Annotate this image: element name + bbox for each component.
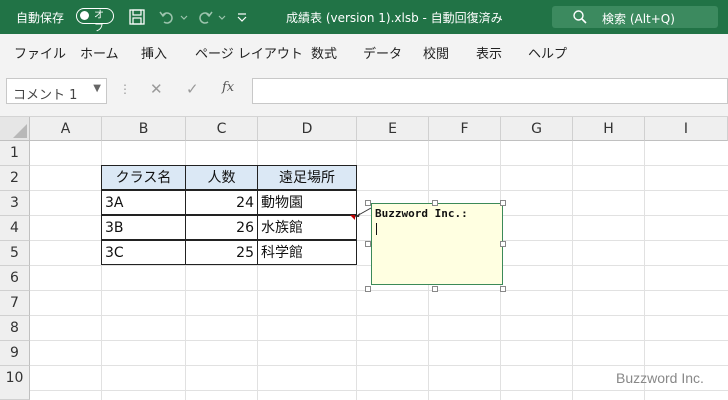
text-caret <box>376 223 377 235</box>
chevron-down-icon[interactable]: ▼ <box>93 83 101 94</box>
resize-handle[interactable] <box>365 286 371 292</box>
column-header-f[interactable]: F <box>429 117 501 141</box>
tab-home[interactable]: ホーム <box>80 43 119 62</box>
search-icon <box>572 9 588 29</box>
search-label: 検索 (Alt+Q) <box>602 12 675 26</box>
ribbon-tabs: ファイル ホーム 挿入 ページ レイアウト 数式 データ 校閲 表示 ヘルプ <box>0 34 728 68</box>
name-box[interactable]: コメント 1 ▼ <box>6 78 107 104</box>
column-header-i[interactable]: I <box>645 117 728 141</box>
table-header-class[interactable]: クラス名 <box>101 165 186 190</box>
comment-connector <box>350 207 372 220</box>
row-header-9[interactable]: 9 <box>0 341 30 366</box>
tab-insert[interactable]: 挿入 <box>141 43 167 62</box>
table-cell[interactable]: 24 <box>185 190 258 215</box>
column-header-h[interactable]: H <box>573 117 645 141</box>
cancel-icon[interactable]: ✕ <box>150 80 163 98</box>
tab-view[interactable]: 表示 <box>476 43 502 62</box>
row-header-8[interactable]: 8 <box>0 316 30 341</box>
table-cell[interactable]: 25 <box>185 240 258 265</box>
gridline <box>572 141 573 400</box>
comment-indicator-icon <box>350 215 355 220</box>
table-cell[interactable]: 3C <box>101 240 186 265</box>
enter-icon[interactable]: ✓ <box>186 80 199 98</box>
row-header-6[interactable]: 6 <box>0 266 30 291</box>
row-header-5[interactable]: 5 <box>0 241 30 266</box>
autosave-toggle[interactable]: オフ <box>76 8 114 34</box>
select-all-button[interactable] <box>0 117 30 141</box>
save-icon[interactable] <box>128 8 146 26</box>
search-box[interactable]: 検索 (Alt+Q) <box>552 6 718 28</box>
toggle-knob <box>80 11 89 20</box>
gridline <box>30 340 728 341</box>
comment-author: Buzzword Inc.: <box>375 207 468 220</box>
column-header-b[interactable]: B <box>102 117 186 141</box>
gridline <box>30 290 728 291</box>
resize-handle[interactable] <box>365 241 371 247</box>
tab-review[interactable]: 校閲 <box>423 43 449 62</box>
table-header-place[interactable]: 遠足場所 <box>257 165 357 190</box>
window-title: 成績表 (version 1).xlsb - 自動回復済み <box>286 11 503 25</box>
more-options-icon[interactable]: ⋮ <box>119 82 131 96</box>
table-cell[interactable]: 26 <box>185 215 258 240</box>
gridline <box>30 315 728 316</box>
resize-handle[interactable] <box>432 286 438 292</box>
name-box-value: コメント 1 <box>13 88 78 103</box>
tab-formulas[interactable]: 数式 <box>311 43 337 62</box>
row-header-7[interactable]: 7 <box>0 291 30 316</box>
resize-handle[interactable] <box>500 241 506 247</box>
gridline <box>644 141 645 400</box>
resize-handle[interactable] <box>500 286 506 292</box>
tab-help[interactable]: ヘルプ <box>528 43 567 62</box>
row-header-2[interactable]: 2 <box>0 166 30 191</box>
gridline <box>30 390 728 391</box>
resize-handle[interactable] <box>365 200 371 206</box>
column-header-a[interactable]: A <box>30 117 102 141</box>
column-header-e[interactable]: E <box>357 117 429 141</box>
insert-function-icon[interactable]: fx <box>222 80 234 95</box>
resize-handle[interactable] <box>432 200 438 206</box>
tab-page-layout[interactable]: ページ レイアウト <box>195 43 303 62</box>
gridline <box>30 365 728 366</box>
tab-file[interactable]: ファイル <box>14 43 66 62</box>
table-cell[interactable]: 3B <box>101 215 186 240</box>
autosave-toggle-state: オフ <box>94 10 104 34</box>
table-header-count[interactable]: 人数 <box>185 165 258 190</box>
formula-bar: コメント 1 ▼ ⋮ ✕ ✓ fx <box>0 68 728 117</box>
redo-dropdown-icon[interactable] <box>218 8 236 26</box>
column-header-g[interactable]: G <box>501 117 573 141</box>
redo-icon[interactable] <box>196 8 214 26</box>
row-header-10[interactable]: 10 <box>0 366 30 400</box>
row-header-3[interactable]: 3 <box>0 191 30 216</box>
column-header-d[interactable]: D <box>258 117 357 141</box>
comment-box[interactable]: Buzzword Inc.: <box>371 203 503 285</box>
table-cell[interactable]: 3A <box>101 190 186 215</box>
resize-handle[interactable] <box>500 200 506 206</box>
customize-toolbar-icon[interactable] <box>236 8 254 26</box>
row-header-1[interactable]: 1 <box>0 141 30 166</box>
title-bar: 自動保存 オフ 成績表 (version 1).xlsb - 自動回復済み 検索… <box>0 0 728 34</box>
column-header-c[interactable]: C <box>186 117 258 141</box>
worksheet-grid: A B C D E F G H I 1 2 3 4 5 6 7 8 9 10 ク… <box>0 117 728 400</box>
undo-icon[interactable] <box>158 8 176 26</box>
tab-data[interactable]: データ <box>363 43 402 62</box>
formula-input[interactable] <box>252 78 728 104</box>
autosave-label: 自動保存 <box>16 11 65 25</box>
watermark: Buzzword Inc. <box>616 370 704 386</box>
table-cell[interactable]: 科学館 <box>257 240 357 265</box>
row-header-4[interactable]: 4 <box>0 216 30 241</box>
